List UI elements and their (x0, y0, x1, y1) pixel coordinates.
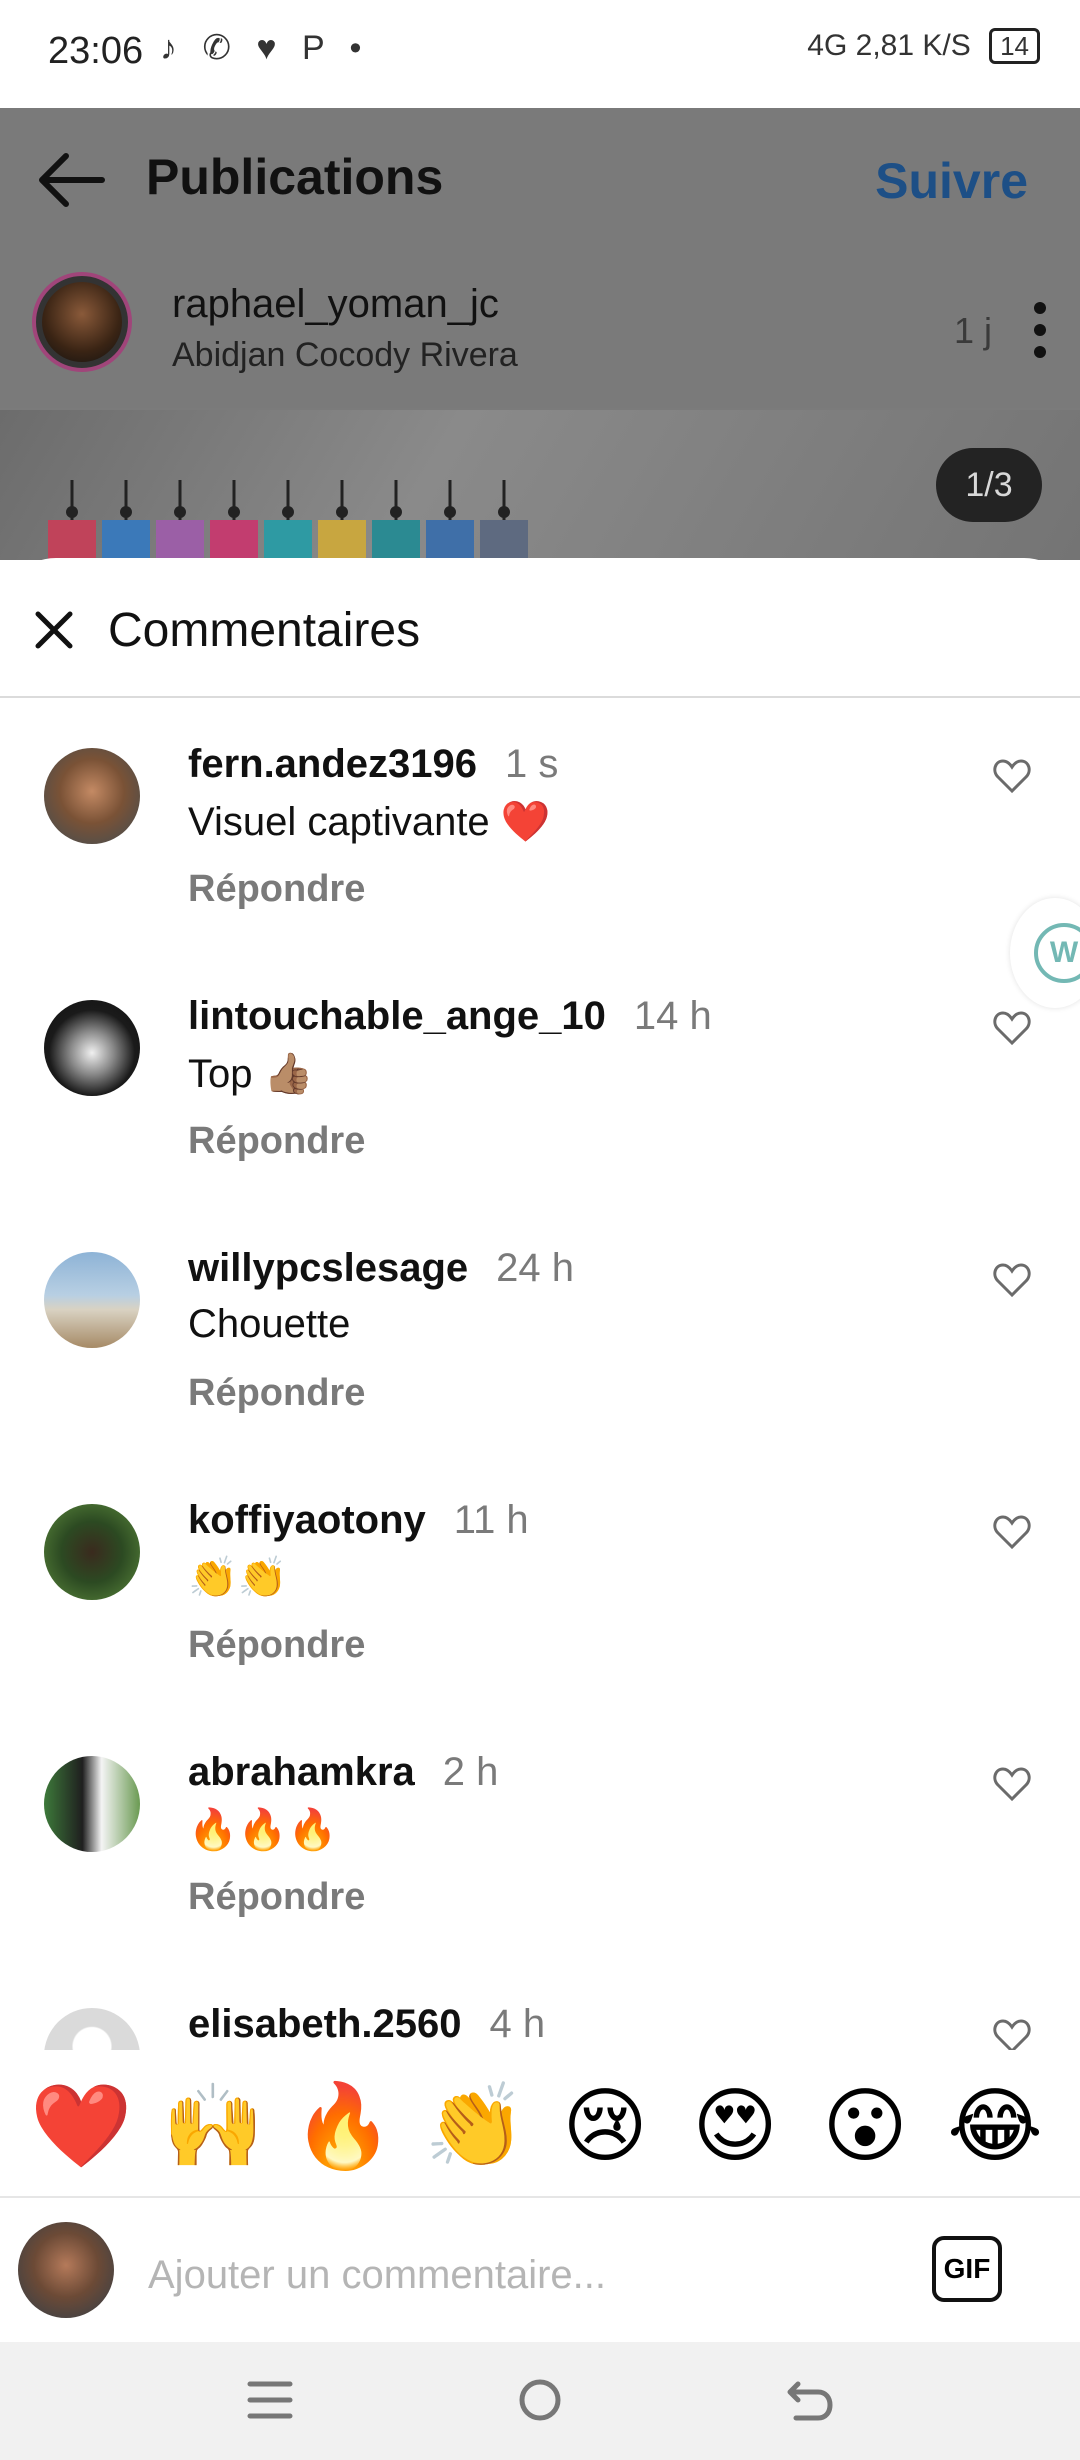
comment-time: 2 h (442, 1750, 499, 1794)
current-user-avatar (18, 2222, 114, 2318)
comment-time: 24 h (496, 1246, 575, 1290)
commenter-username-text[interactable]: koffiyaotony (188, 1498, 426, 1542)
emoji-heart-eyes[interactable]: 😍 (680, 2072, 790, 2182)
reply-button[interactable]: Répondre (188, 1120, 365, 1163)
commenter-username[interactable]: elisabeth.2560 4 h (188, 2002, 545, 2047)
like-heart-icon[interactable] (992, 2016, 1032, 2050)
post-author-username[interactable]: raphael_yoman_jc (172, 282, 499, 327)
commenter-username-text[interactable]: fern.andez3196 (188, 742, 477, 786)
comment-item: koffiyaotony 11 h 👏👏 Répondre (0, 1474, 1080, 1726)
comment-text: Chouette (188, 1302, 351, 1346)
reply-button[interactable]: Répondre (188, 868, 365, 911)
emoji-raised-hands[interactable]: 🙌 (158, 2072, 268, 2182)
emoji-clap[interactable]: 👏 (420, 2072, 530, 2182)
home-circle-icon[interactable] (510, 2370, 570, 2430)
comment-text: 🔥🔥🔥 (188, 1808, 338, 1852)
carousel-counter: 1/3 (936, 448, 1042, 522)
notification-icons: ♪ ✆ ♥ P • (160, 29, 370, 67)
commenter-avatar[interactable] (44, 2008, 140, 2050)
comment-text: Visuel captivante ❤️ (188, 800, 551, 844)
commenter-avatar[interactable] (44, 1504, 140, 1600)
reply-button[interactable]: Répondre (188, 1372, 365, 1415)
like-heart-icon[interactable] (992, 756, 1032, 796)
commenter-username-text[interactable]: elisabeth.2560 (188, 2002, 462, 2046)
comment-item: abrahamkra 2 h 🔥🔥🔥 Répondre (0, 1726, 1080, 1978)
emoji-heart[interactable]: ❤️ (26, 2072, 136, 2182)
comment-item: elisabeth.2560 4 h (0, 1978, 1080, 2050)
post-author-avatar-photo (42, 282, 122, 362)
emoji-fire[interactable]: 🔥 (288, 2072, 398, 2182)
comment-time: 11 h (453, 1498, 529, 1542)
commenter-avatar[interactable] (44, 1252, 140, 1348)
commenter-avatar[interactable] (44, 748, 140, 844)
post-location[interactable]: Abidjan Cocody Rivera (172, 336, 518, 375)
commenter-username-text[interactable]: lintouchable_ange_10 (188, 994, 606, 1038)
like-heart-icon[interactable] (992, 1764, 1032, 1804)
status-time: 23:06 (48, 30, 144, 72)
reply-button[interactable]: Répondre (188, 1624, 365, 1667)
like-heart-icon[interactable] (992, 1260, 1032, 1300)
comment-time: 1 s (505, 742, 559, 786)
follow-button[interactable]: Suivre (875, 152, 1028, 210)
close-icon[interactable] (30, 606, 78, 654)
comment-input[interactable] (146, 2244, 910, 2306)
comment-time: 4 h (489, 2002, 546, 2046)
comment-time: 14 h (633, 994, 712, 1038)
commenter-username[interactable]: lintouchable_ange_10 14 h (188, 994, 712, 1039)
commenter-username[interactable]: abrahamkra 2 h (188, 1750, 498, 1795)
commenter-username-text[interactable]: willypcslesage (188, 1246, 468, 1290)
like-heart-icon[interactable] (992, 1512, 1032, 1552)
back-icon[interactable] (780, 2370, 840, 2430)
commenter-username-text[interactable]: abrahamkra (188, 1750, 415, 1794)
emoji-sad[interactable]: 😢 (550, 2072, 660, 2182)
reply-button[interactable]: Répondre (188, 1876, 365, 1919)
back-arrow-icon[interactable] (36, 150, 108, 210)
commenter-avatar[interactable] (44, 1000, 140, 1096)
status-right: 4G 2,81 K/S 14 (807, 28, 1040, 64)
comment-text: Top 👍🏽 (188, 1052, 314, 1096)
comment-item: fern.andez3196 1 s Visuel captivante ❤️ R… (0, 718, 1080, 970)
comment-item: lintouchable_ange_10 14 h Top 👍🏽 Répondre (0, 970, 1080, 1222)
comments-title: Commentaires (108, 604, 421, 657)
more-options-icon[interactable] (1032, 300, 1048, 360)
post-time: 1 j (953, 310, 992, 351)
commenter-username[interactable]: willypcslesage 24 h (188, 1246, 574, 1291)
commenter-avatar[interactable] (44, 1756, 140, 1852)
post-image-hanging-tags (48, 480, 528, 560)
comment-item: willypcslesage 24 h Chouette Répondre (0, 1222, 1080, 1474)
emoji-laugh[interactable]: 😂 (940, 2072, 1050, 2182)
like-heart-icon[interactable] (992, 1008, 1032, 1048)
page-title: Publications (146, 149, 444, 205)
network-speed: 4G 2,81 K/S (807, 29, 971, 62)
commenter-username[interactable]: koffiyaotony 11 h (188, 1498, 529, 1543)
emoji-surprised[interactable]: 😮 (810, 2072, 920, 2182)
menu-icon[interactable] (240, 2370, 300, 2430)
commenter-username[interactable]: fern.andez3196 1 s (188, 742, 558, 787)
gif-button[interactable]: GIF (932, 2236, 1002, 2302)
battery-icon: 14 (989, 28, 1040, 64)
comment-text: 👏👏 (188, 1556, 288, 1600)
